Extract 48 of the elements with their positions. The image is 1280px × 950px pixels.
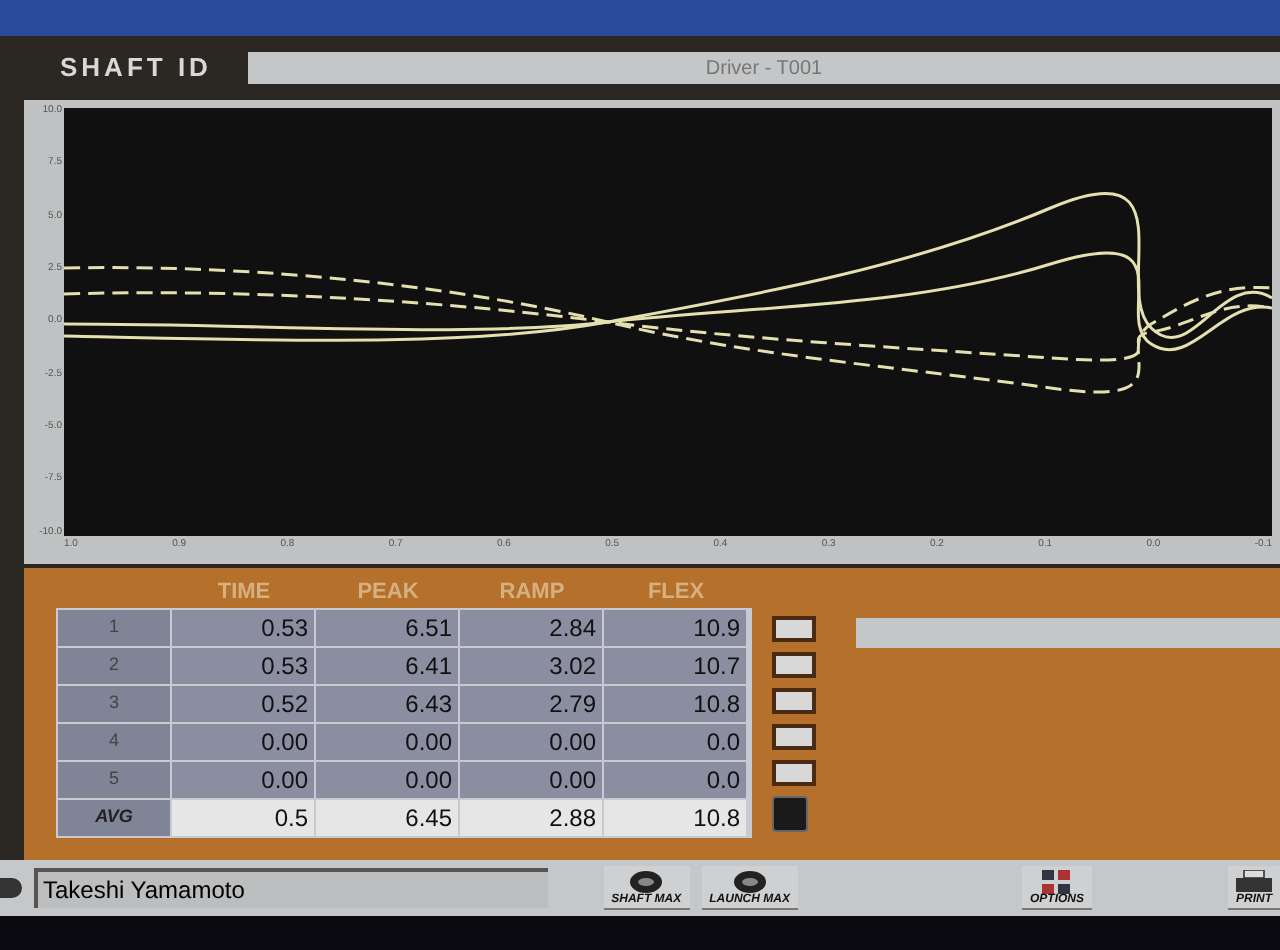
shaft-id-field: Driver - T001	[248, 52, 1280, 84]
shot-toggle[interactable]	[772, 652, 816, 678]
table-cell: 10.9	[604, 610, 746, 646]
printer-icon	[1236, 869, 1272, 893]
disc-icon	[731, 869, 768, 893]
row-label: 2	[58, 648, 170, 684]
table-cell: 10.8	[604, 800, 746, 836]
table-cell: 10.8	[604, 686, 746, 722]
table-cell: 2.84	[460, 610, 602, 646]
table-cell: 3.02	[460, 648, 602, 684]
table-cell: 6.43	[316, 686, 458, 722]
row-label: 1	[58, 610, 170, 646]
table-cell: 0.00	[316, 724, 458, 760]
disc-icon	[628, 869, 665, 893]
average-toggle[interactable]	[772, 796, 808, 832]
user-icon	[0, 878, 23, 898]
column-header: RAMP	[497, 578, 567, 608]
column-header: TIME	[215, 578, 273, 608]
row-label: AVG	[58, 800, 170, 836]
table-cell: 0.00	[172, 762, 314, 798]
row-label: 3	[58, 686, 170, 722]
table-cell: 6.41	[316, 648, 458, 684]
table-cell: 2.79	[460, 686, 602, 722]
table-cell: 0.53	[172, 610, 314, 646]
table-cell: 0.53	[172, 648, 314, 684]
table-cell: 0.0	[604, 762, 746, 798]
table-cell: 10.7	[604, 648, 746, 684]
row-label: 4	[58, 724, 170, 760]
column-header: PEAK	[355, 578, 421, 608]
table-cell: 6.51	[316, 610, 458, 646]
table-cell: 0.00	[460, 762, 602, 798]
grid-icon	[1042, 869, 1071, 893]
table-cell: 0.00	[316, 762, 458, 798]
shot-toggle[interactable]	[772, 760, 816, 786]
table-cell: 0.52	[172, 686, 314, 722]
table-cell: 0.00	[460, 724, 602, 760]
shot-toggle[interactable]	[772, 688, 816, 714]
player-name-field[interactable]: Takeshi Yamamoto	[34, 868, 548, 908]
table-cell: 0.5	[172, 800, 314, 836]
table-cell: 6.45	[316, 800, 458, 836]
shaft-id-label: SHAFT ID	[60, 50, 212, 87]
column-header: FLEX	[645, 578, 707, 608]
row-label: 5	[58, 762, 170, 798]
table-cell: 0.00	[172, 724, 314, 760]
table-cell: 2.88	[460, 800, 602, 836]
shot-toggle[interactable]	[772, 616, 816, 642]
table-cell: 0.0	[604, 724, 746, 760]
shot-toggle[interactable]	[772, 724, 816, 750]
